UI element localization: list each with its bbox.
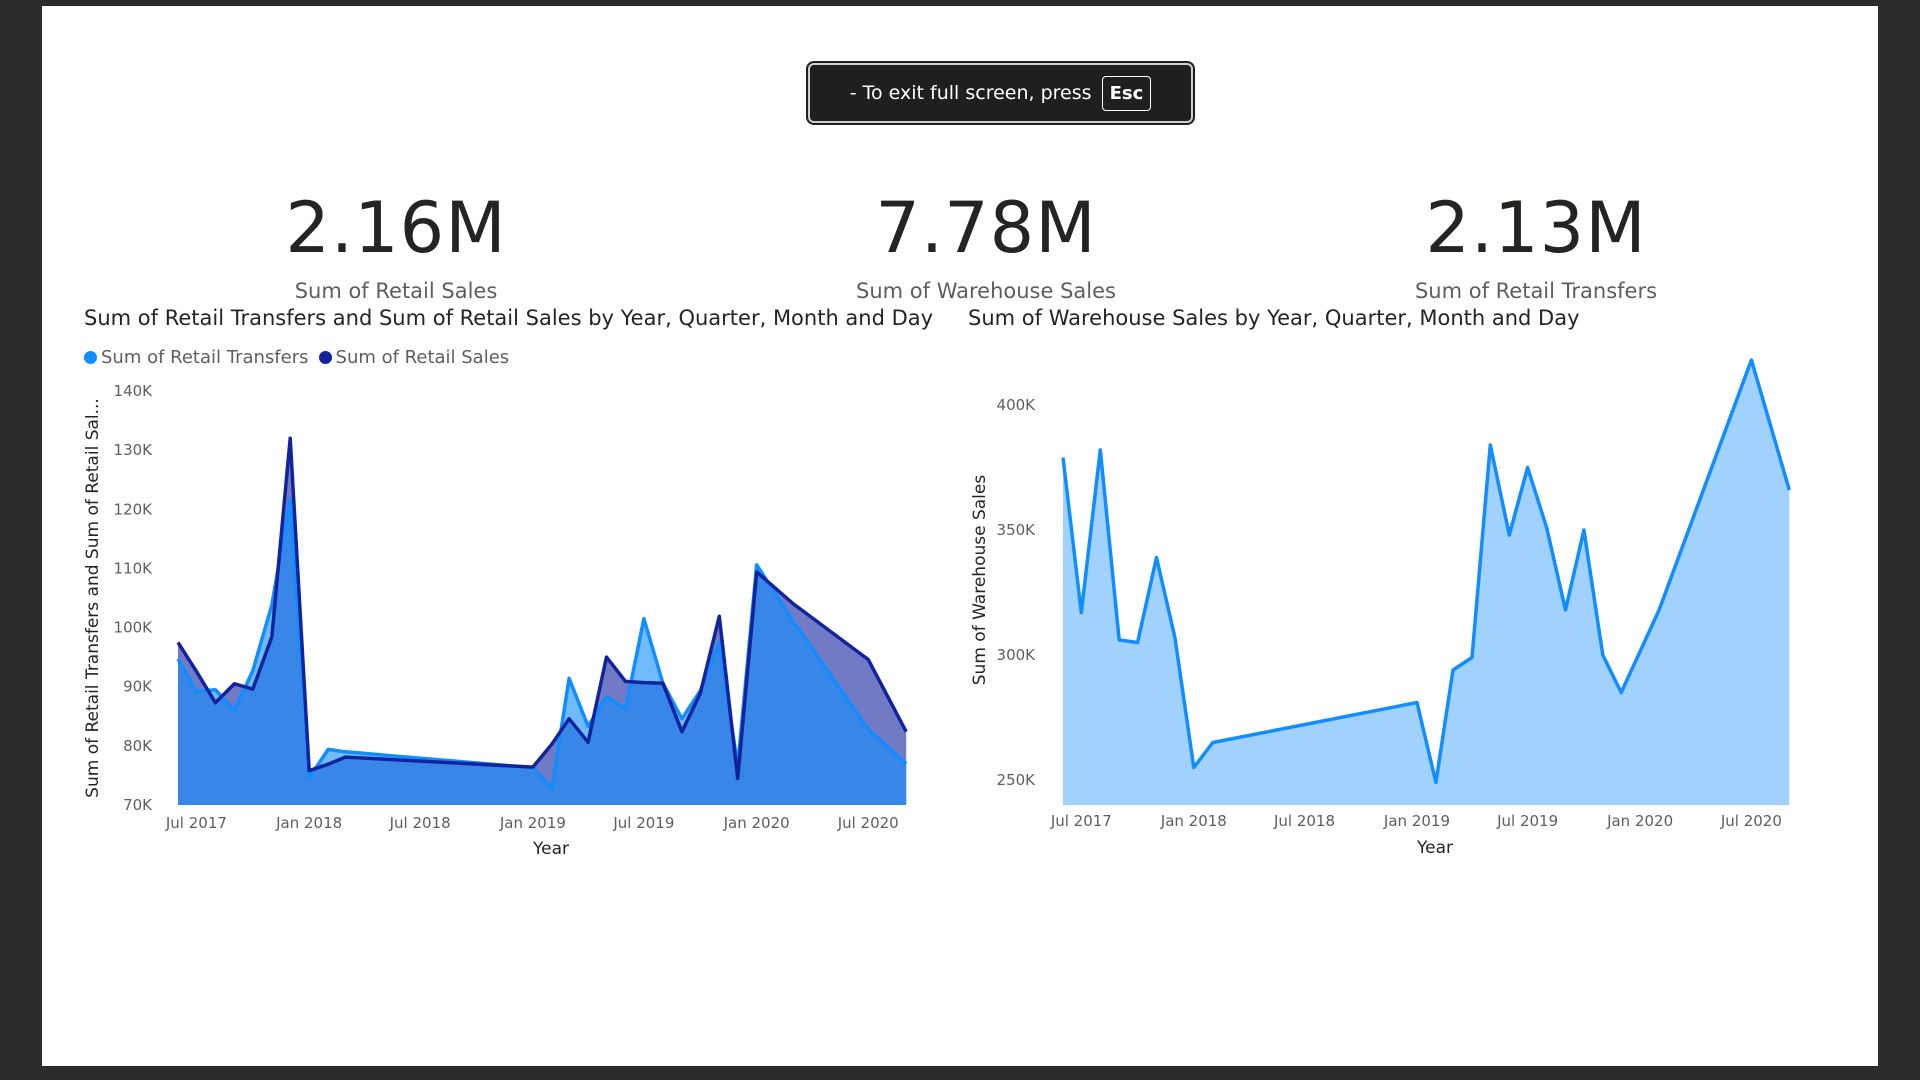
x-tick-label: Jan 2020 <box>1606 812 1673 830</box>
y-axis-title: Sum of Warehouse Sales <box>970 475 990 686</box>
x-tick-label: Jan 2019 <box>1383 812 1450 830</box>
y-tick-label: 400K <box>997 396 1037 414</box>
x-tick-label: Jul 2017 <box>1050 812 1112 830</box>
y-tick-label: 350K <box>997 521 1037 539</box>
warehouse-area-chart[interactable]: 250K 300K 350K 400K Jul 2017 Jan 2018 Jul 2018… <box>0 0 1920 1080</box>
x-tick-label: Jul 2019 <box>1496 812 1558 830</box>
x-tick-label: Jul 2020 <box>1720 812 1782 830</box>
x-tick-label: Jul 2018 <box>1273 812 1335 830</box>
x-tick-label: Jan 2018 <box>1160 812 1227 830</box>
y-tick-label: 300K <box>997 646 1037 664</box>
y-tick-label: 250K <box>997 771 1037 789</box>
x-axis-title: Year <box>1416 838 1453 858</box>
